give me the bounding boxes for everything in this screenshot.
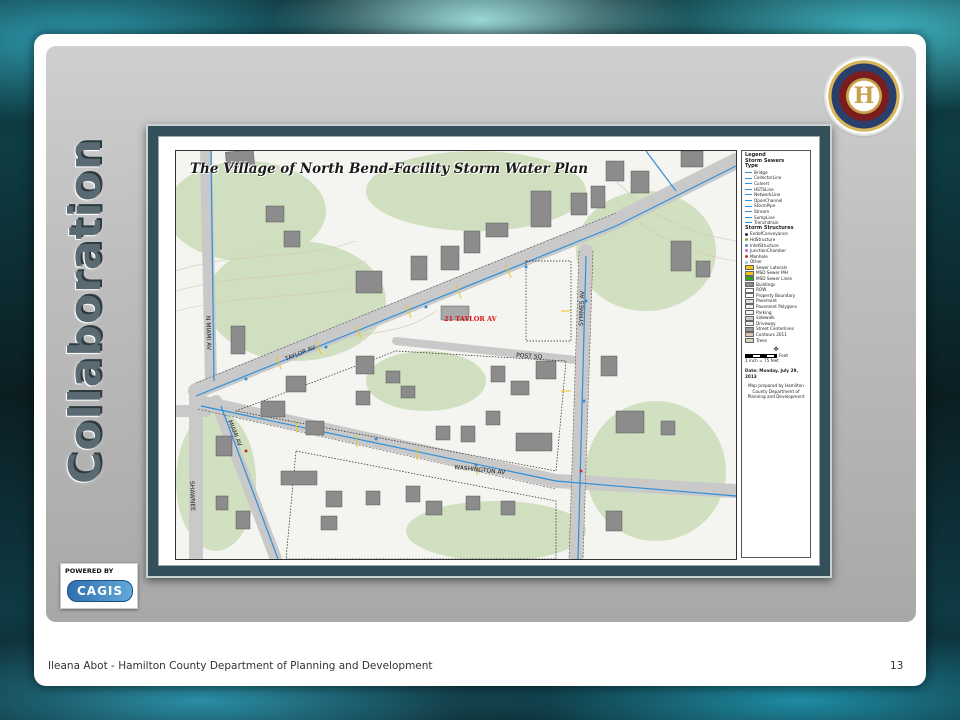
page-number: 13	[890, 660, 904, 672]
legend-swatch-icon	[745, 243, 748, 247]
legend-prepared-by: Map prepared by Hamilton County Departme…	[747, 383, 805, 400]
legend-swatch-icon	[745, 270, 754, 276]
legend-swatch-icon	[745, 293, 754, 299]
address-label: 21 TAYLOR AV	[444, 315, 498, 323]
legend-swatch-icon	[745, 287, 754, 293]
map-sheet: TAYLOR AV WASHINGTON AV SYMMES AV MIAMI …	[158, 136, 820, 566]
legend-swatch-icon	[745, 205, 752, 207]
legend-swatch-icon	[745, 260, 748, 264]
map-view[interactable]: TAYLOR AV WASHINGTON AV SYMMES AV MIAMI …	[175, 150, 737, 560]
legend-swatch-icon	[745, 177, 752, 179]
legend-swatch-icon	[745, 172, 752, 174]
legend-swatch-icon	[745, 276, 754, 282]
legend-swatch-icon	[745, 238, 748, 242]
street-label-n-miami: N MIAMI AV	[204, 316, 212, 351]
legend-other-layers: Sewer Laterals MSD Sewer MH MSD Sewer Line…	[745, 265, 807, 343]
legend-scale-ratio: 1 inch = 75 feet	[745, 358, 779, 364]
legend-swatch-icon	[745, 315, 754, 321]
legend-swatch-icon	[745, 249, 748, 253]
hamilton-county-seal-icon: H	[826, 58, 902, 134]
legend-swatch-icon	[745, 337, 754, 343]
legend-scale-feet: Feet	[779, 352, 788, 358]
legend-swatch-icon	[745, 188, 752, 190]
legend-swatch-icon	[745, 326, 754, 332]
legend-swatch-icon	[745, 232, 748, 236]
legend-swatch-icon	[745, 222, 752, 224]
street-label-post: POST SQ	[516, 352, 543, 361]
legend-sewer-types: Bridge CollectorLine Culvert HSTSLine Networ…	[745, 170, 807, 226]
cagis-logo-badge: CAGIS	[67, 580, 133, 602]
legend-swatch-icon	[745, 321, 754, 327]
legend-item-label: Trees	[756, 337, 767, 343]
cagis-name: CAGIS	[76, 584, 124, 598]
street-label-symmes: SYMMES AV	[578, 290, 586, 326]
cagis-powered-by: POWERED BY	[65, 567, 114, 575]
legend-swatch-icon	[745, 332, 754, 338]
slide-title: Collaboration	[60, 137, 111, 484]
legend-swatch-icon	[745, 281, 754, 287]
legend-swatch-icon	[745, 309, 754, 315]
legend-structure-types: EndofConveyance HdStructure InletStructure…	[745, 231, 807, 265]
map-frame: TAYLOR AV WASHINGTON AV SYMMES AV MIAMI …	[146, 124, 832, 578]
footer-credit: Ileana Abot - Hamilton County Department…	[48, 660, 433, 672]
legend-swatch-icon	[745, 194, 752, 196]
legend-swatch-icon	[745, 200, 752, 202]
cagis-logo: POWERED BY CAGIS	[60, 563, 138, 609]
legend-date: Date: Monday, July 29, 2013	[745, 367, 799, 379]
legend-swatch-icon	[745, 254, 748, 258]
seal-letter: H	[853, 83, 875, 109]
legend-swatch-icon	[745, 216, 752, 218]
legend-swatch-icon	[745, 211, 752, 213]
legend-swatch-icon	[745, 298, 754, 304]
map-title: The Village of North Bend-Facility Storm…	[190, 161, 589, 177]
street-label-shawnee: SHAWNEE	[188, 481, 196, 512]
map-legend: Legend Storm Sewers Type Bridge Collector…	[741, 150, 811, 558]
legend-swatch-icon	[745, 265, 754, 271]
map-graphic: TAYLOR AV WASHINGTON AV SYMMES AV MIAMI …	[176, 151, 736, 559]
legend-swatch-icon	[745, 183, 752, 185]
legend-item: Trees	[745, 338, 807, 344]
legend-swatch-icon	[745, 304, 754, 310]
